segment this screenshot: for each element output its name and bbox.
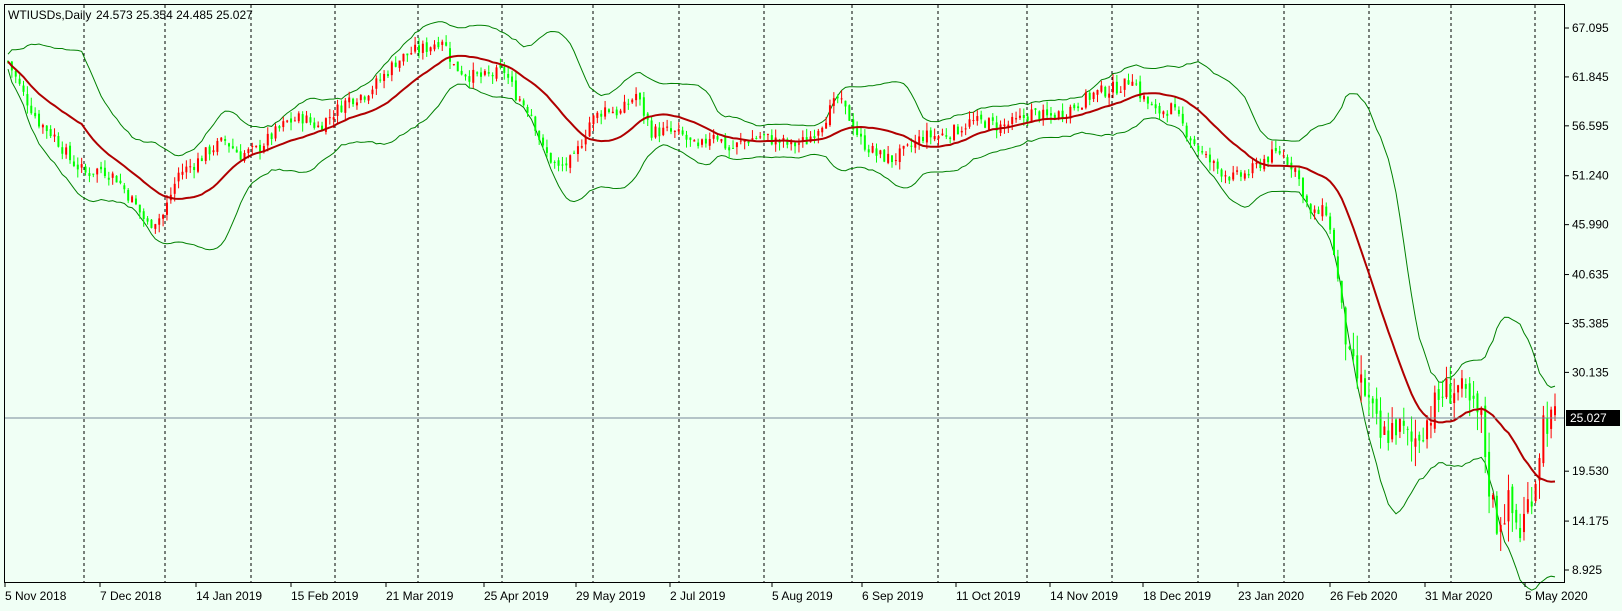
y-tick-label: 56.595 (1572, 119, 1609, 133)
x-tick-label: 14 Nov 2019 (1050, 589, 1118, 603)
x-tick-label: 5 Aug 2019 (772, 589, 833, 603)
chart-header-symbol: WTIUSDs,Daily (8, 8, 91, 22)
chart-header-ohlc: 24.573 25.354 24.485 25.027 (96, 8, 253, 22)
price-chart[interactable]: 67.095 61.845 56.595 51.240 45.990 40.635 35.3… (0, 0, 1622, 611)
y-tick-label: 61.845 (1572, 70, 1609, 84)
x-tick-label: 7 Dec 2018 (100, 589, 162, 603)
x-tick-label: 14 Jan 2019 (196, 589, 262, 603)
candle (549, 152, 552, 164)
x-tick-label: 11 Oct 2019 (956, 589, 1021, 603)
y-tick-label: 30.135 (1572, 365, 1609, 379)
x-tick-label: 5 May 2020 (1525, 589, 1588, 603)
candle (1433, 385, 1436, 433)
candle (115, 175, 118, 183)
chart-container[interactable]: 67.095 61.845 56.595 51.240 45.990 40.635 35.3… (0, 0, 1622, 611)
x-tick-label: 31 Mar 2020 (1425, 589, 1493, 603)
candle (848, 104, 851, 121)
x-tick-label: 15 Feb 2019 (291, 589, 359, 603)
x-tick-label: 23 Jan 2020 (1238, 589, 1304, 603)
y-tick-label: 19.530 (1572, 464, 1609, 478)
candle (1534, 480, 1537, 504)
last-price-label: 25.027 (1570, 411, 1607, 425)
y-tick-label: 14.175 (1572, 514, 1609, 528)
candle (1170, 102, 1173, 115)
candle (324, 117, 327, 135)
last-price-tag: 25.027 (1566, 410, 1620, 426)
candle (456, 61, 459, 72)
candle (883, 149, 886, 163)
x-tick-label: 6 Sep 2019 (862, 589, 924, 603)
y-tick-label: 40.635 (1572, 268, 1609, 282)
y-tick-label: 67.095 (1572, 21, 1609, 35)
x-tick-label: 25 Apr 2019 (484, 589, 549, 603)
x-tick-label: 29 May 2019 (576, 589, 646, 603)
candle (1333, 227, 1335, 256)
candle (953, 124, 956, 142)
candle (150, 219, 153, 229)
x-tick-label: 21 Mar 2019 (386, 589, 454, 603)
x-tick-label: 18 Dec 2019 (1143, 589, 1211, 603)
x-tick-label: 5 Nov 2018 (5, 589, 67, 603)
y-tick-label: 8.925 (1572, 563, 1602, 577)
x-tick-label: 2 Jul 2019 (670, 589, 726, 603)
y-tick-label: 45.990 (1572, 218, 1609, 232)
x-tick-label: 26 Feb 2020 (1330, 589, 1398, 603)
candle (1495, 491, 1498, 536)
candle (1080, 107, 1083, 110)
candle (1104, 85, 1107, 99)
y-tick-label: 51.240 (1572, 169, 1609, 183)
y-tick-label: 35.385 (1572, 316, 1609, 330)
